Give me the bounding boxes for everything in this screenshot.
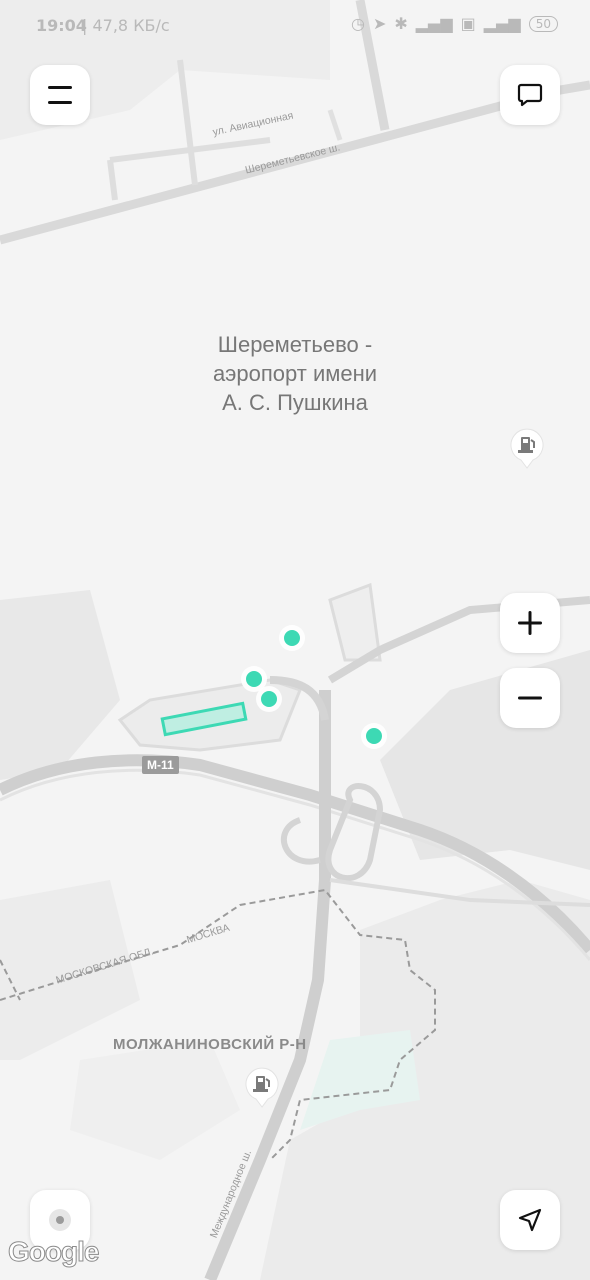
my-location-button[interactable] bbox=[500, 1190, 560, 1250]
road bbox=[327, 109, 343, 141]
location-arrow-icon bbox=[518, 1208, 542, 1232]
road bbox=[328, 582, 382, 662]
chat-button[interactable] bbox=[500, 65, 560, 125]
vehicle-marker[interactable] bbox=[279, 625, 305, 651]
fuel-station-icon[interactable] bbox=[244, 1067, 280, 1109]
bluetooth-icon: ✱ bbox=[394, 14, 408, 33]
district-label: МОЛЖАНИНОВСКИЙ Р-Н bbox=[113, 1036, 307, 1053]
menu-button[interactable] bbox=[30, 65, 90, 125]
zoom-out-button[interactable] bbox=[500, 668, 560, 728]
menu-icon bbox=[48, 86, 72, 104]
fuel-station-icon[interactable] bbox=[509, 428, 545, 470]
highway-shield: М-11 bbox=[142, 756, 179, 774]
compass-icon bbox=[49, 1209, 71, 1231]
status-time: 19:04 bbox=[36, 16, 87, 35]
status-bar: 19:04 | 47,8 КБ/с ◷ ➤ ✱ ▂▄▆ ▣ ▂▄▆ 50 bbox=[0, 0, 590, 52]
road bbox=[280, 817, 321, 865]
vehicle-marker[interactable] bbox=[361, 723, 387, 749]
google-logo: Google bbox=[7, 1236, 99, 1268]
plus-icon bbox=[518, 611, 542, 635]
map-area bbox=[0, 590, 120, 780]
minus-icon bbox=[518, 696, 542, 700]
alarm-icon: ◷ bbox=[350, 14, 365, 33]
sim-icon: ▣ bbox=[460, 14, 476, 33]
signal-icon: ▂▄▆ bbox=[415, 14, 453, 33]
road bbox=[177, 59, 198, 186]
place-label: Шереметьево - аэропорт имени А. С. Пушки… bbox=[212, 332, 378, 415]
map-area bbox=[70, 1040, 240, 1160]
status-speed: | 47,8 КБ/с bbox=[82, 16, 170, 35]
battery-icon: 50 bbox=[528, 15, 558, 32]
vehicle-marker[interactable] bbox=[256, 686, 282, 712]
location-icon: ➤ bbox=[372, 14, 387, 33]
zoom-in-button[interactable] bbox=[500, 593, 560, 653]
wifi-icon: ▂▄▆ bbox=[483, 14, 521, 33]
chat-icon bbox=[517, 83, 543, 107]
